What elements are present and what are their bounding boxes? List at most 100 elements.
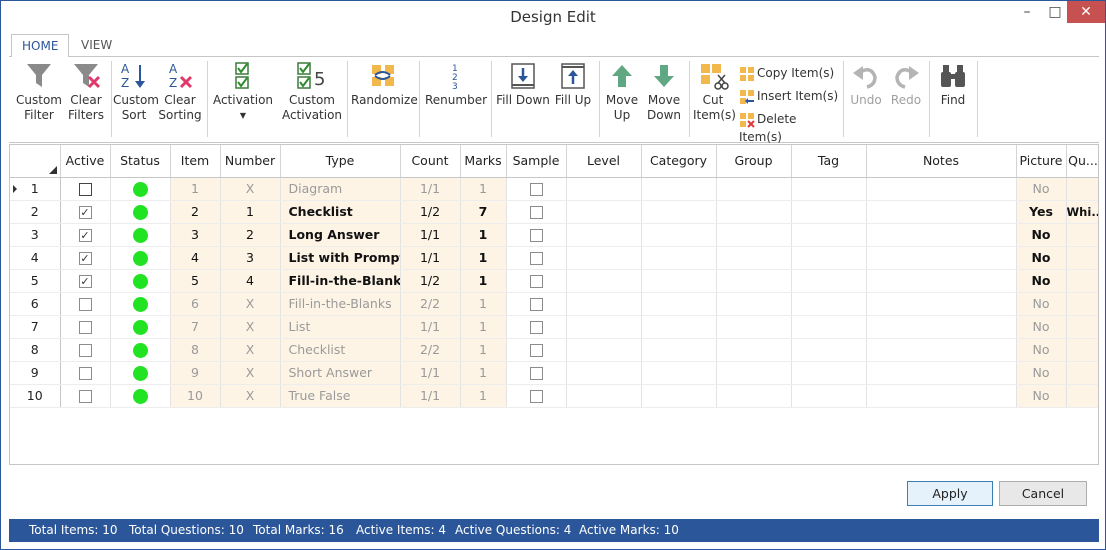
active-cell[interactable]: ✓ (60, 269, 111, 293)
grid-corner[interactable] (10, 145, 61, 178)
column-header-qu[interactable]: Qu... (1066, 145, 1098, 178)
marks-cell[interactable]: 1 (460, 177, 507, 201)
marks-cell[interactable]: 1 (460, 269, 507, 293)
marks-cell[interactable]: 1 (460, 361, 507, 385)
column-header-active[interactable]: Active (60, 145, 111, 178)
maximize-button[interactable]: □ (1041, 1, 1069, 23)
type-cell[interactable]: Diagram (280, 177, 401, 201)
qu-cell[interactable] (1066, 246, 1098, 270)
category-cell[interactable] (641, 223, 717, 247)
qu-cell[interactable] (1066, 177, 1098, 201)
active-cell[interactable] (60, 384, 111, 408)
category-cell[interactable] (641, 292, 717, 316)
column-header-category[interactable]: Category (641, 145, 717, 178)
number-cell[interactable]: X (220, 338, 281, 362)
move-down-button[interactable]: Move Down (645, 61, 683, 123)
column-header-status[interactable]: Status (110, 145, 171, 178)
notes-cell[interactable] (866, 338, 1017, 362)
row-header[interactable]: 9 (10, 361, 61, 385)
active-cell[interactable] (60, 177, 111, 201)
sample-cell[interactable] (506, 361, 567, 385)
type-cell[interactable]: Fill-in-the-Blanks (280, 269, 401, 293)
fill-up-button[interactable]: Fill Up (553, 61, 593, 108)
table-row[interactable]: 5 ✓ 5 4 Fill-in-the-Blanks 1/2 1 No (10, 269, 1098, 293)
activation-button[interactable]: Activation ▼ (211, 61, 275, 123)
active-checkbox[interactable] (78, 390, 92, 403)
qu-cell[interactable] (1066, 384, 1098, 408)
qu-cell[interactable] (1066, 361, 1098, 385)
row-header[interactable]: 1 (10, 177, 61, 201)
sample-checkbox[interactable] (529, 252, 543, 265)
level-cell[interactable] (566, 338, 642, 362)
qu-cell[interactable] (1066, 269, 1098, 293)
category-cell[interactable] (641, 338, 717, 362)
number-cell[interactable]: X (220, 361, 281, 385)
column-header-picture[interactable]: Picture (1016, 145, 1067, 178)
marks-cell[interactable]: 1 (460, 223, 507, 247)
picture-cell[interactable]: No (1016, 338, 1067, 362)
group-cell[interactable] (716, 200, 792, 224)
sample-cell[interactable] (506, 315, 567, 339)
category-cell[interactable] (641, 177, 717, 201)
count-cell[interactable]: 2/2 (400, 338, 461, 362)
number-cell[interactable]: X (220, 177, 281, 201)
find-button[interactable]: Find (933, 61, 973, 108)
number-cell[interactable]: 4 (220, 269, 281, 293)
sample-cell[interactable] (506, 338, 567, 362)
sample-cell[interactable] (506, 177, 567, 201)
picture-cell[interactable]: No (1016, 269, 1067, 293)
picture-cell[interactable]: No (1016, 315, 1067, 339)
item-cell[interactable]: 9 (170, 361, 221, 385)
active-cell[interactable] (60, 361, 111, 385)
sample-cell[interactable] (506, 223, 567, 247)
picture-cell[interactable]: No (1016, 177, 1067, 201)
group-cell[interactable] (716, 315, 792, 339)
picture-cell[interactable]: No (1016, 223, 1067, 247)
level-cell[interactable] (566, 384, 642, 408)
category-cell[interactable] (641, 361, 717, 385)
notes-cell[interactable] (866, 200, 1017, 224)
column-header-sample[interactable]: Sample (506, 145, 567, 178)
active-cell[interactable] (60, 292, 111, 316)
group-cell[interactable] (716, 223, 792, 247)
picture-cell[interactable]: No (1016, 361, 1067, 385)
notes-cell[interactable] (866, 292, 1017, 316)
close-button[interactable]: ✕ (1067, 1, 1105, 23)
number-cell[interactable]: X (220, 315, 281, 339)
group-cell[interactable] (716, 384, 792, 408)
notes-cell[interactable] (866, 246, 1017, 270)
notes-cell[interactable] (866, 361, 1017, 385)
sample-checkbox[interactable] (529, 390, 543, 403)
count-cell[interactable]: 1/1 (400, 384, 461, 408)
notes-cell[interactable] (866, 269, 1017, 293)
level-cell[interactable] (566, 269, 642, 293)
count-cell[interactable]: 1/1 (400, 177, 461, 201)
item-cell[interactable]: 1 (170, 177, 221, 201)
sample-checkbox[interactable] (529, 206, 543, 219)
clear-sorting-button[interactable]: A Z Clear Sorting (157, 61, 203, 123)
sample-checkbox[interactable] (529, 183, 543, 196)
active-checkbox[interactable]: ✓ (78, 252, 92, 265)
marks-cell[interactable]: 1 (460, 292, 507, 316)
tag-cell[interactable] (791, 292, 867, 316)
column-header-type[interactable]: Type (280, 145, 401, 178)
qu-cell[interactable] (1066, 338, 1098, 362)
item-cell[interactable]: 6 (170, 292, 221, 316)
row-header[interactable]: 4 (10, 246, 61, 270)
marks-cell[interactable]: 1 (460, 338, 507, 362)
tag-cell[interactable] (791, 361, 867, 385)
category-cell[interactable] (641, 200, 717, 224)
table-row[interactable]: 1 1 X Diagram 1/1 1 No (10, 177, 1098, 201)
type-cell[interactable]: Checklist (280, 200, 401, 224)
active-checkbox[interactable] (78, 321, 92, 334)
type-cell[interactable]: Checklist (280, 338, 401, 362)
column-header-level[interactable]: Level (566, 145, 642, 178)
type-cell[interactable]: True False (280, 384, 401, 408)
copy-items-button[interactable]: Copy Item(s) (739, 64, 835, 84)
group-cell[interactable] (716, 361, 792, 385)
number-cell[interactable]: 3 (220, 246, 281, 270)
group-cell[interactable] (716, 292, 792, 316)
item-cell[interactable]: 10 (170, 384, 221, 408)
picture-cell[interactable]: No (1016, 246, 1067, 270)
apply-button[interactable]: Apply (907, 481, 993, 506)
